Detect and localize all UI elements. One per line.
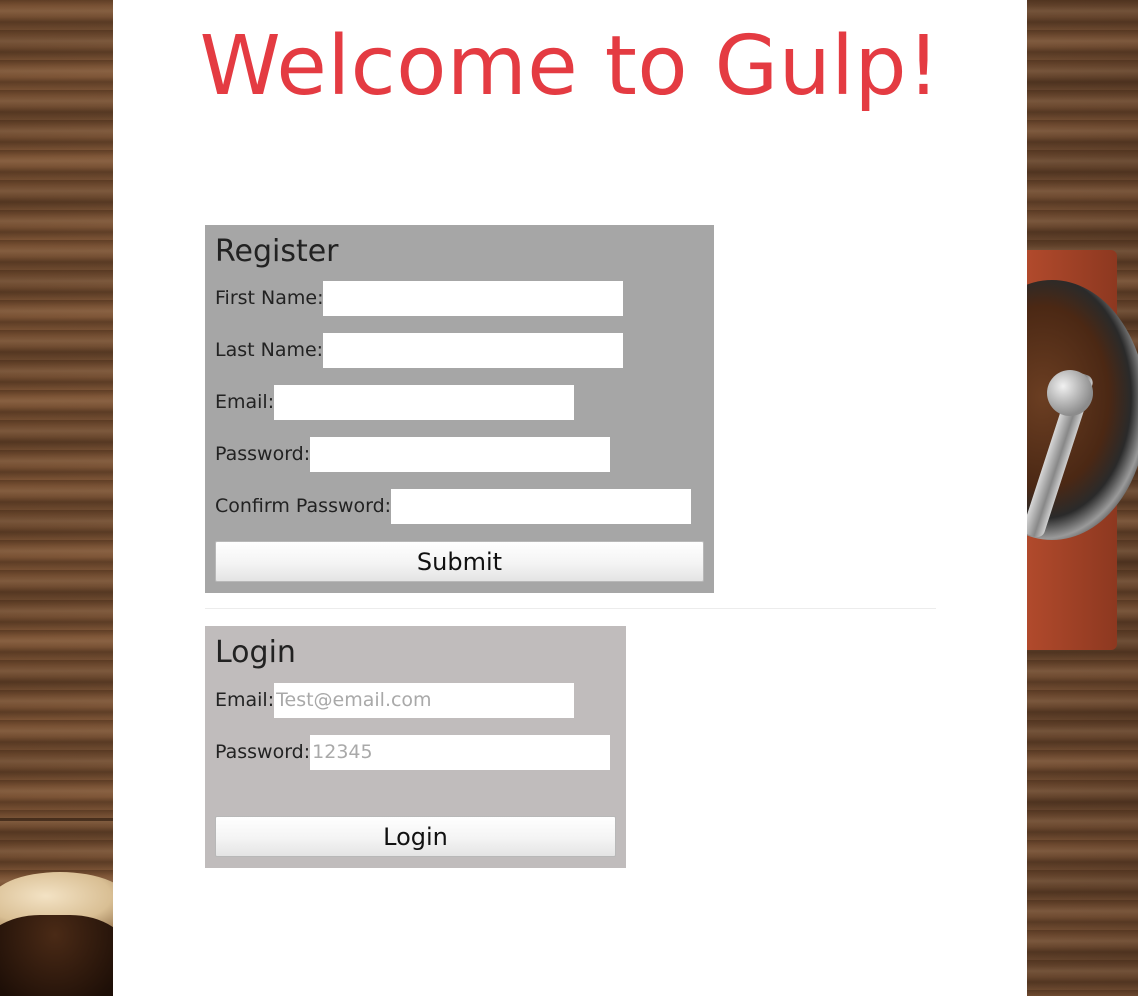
last-name-row: Last Name: — [215, 332, 624, 368]
login-password-input[interactable] — [310, 734, 611, 770]
last-name-input[interactable] — [323, 332, 624, 368]
login-password-row: Password: — [215, 734, 611, 770]
main-panel: Welcome to Gulp! Register First Name: La… — [113, 0, 1027, 996]
confirm-password-row: Confirm Password: — [215, 488, 692, 524]
submit-button[interactable]: Submit — [215, 541, 704, 582]
login-heading: Login — [215, 635, 296, 670]
login-form: Login Email: Password: Login — [205, 626, 626, 868]
login-button[interactable]: Login — [215, 816, 616, 857]
login-email-row: Email: — [215, 682, 575, 718]
first-name-input[interactable] — [323, 280, 624, 316]
register-password-input[interactable] — [310, 436, 611, 472]
register-password-row: Password: — [215, 436, 611, 472]
plank-seam — [0, 818, 113, 821]
register-email-input[interactable] — [274, 384, 575, 420]
coffee-pot-image — [0, 860, 113, 996]
login-password-label: Password: — [215, 741, 311, 763]
register-email-row: Email: — [215, 384, 575, 420]
register-email-label: Email: — [215, 391, 275, 413]
first-name-row: First Name: — [215, 280, 624, 316]
page-title: Welcome to Gulp! — [199, 19, 941, 114]
coffee-grinder-image — [1027, 250, 1138, 650]
confirm-password-input[interactable] — [391, 488, 692, 524]
confirm-password-label: Confirm Password: — [215, 495, 392, 517]
register-form: Register First Name: Last Name: Email: P… — [205, 225, 714, 593]
login-email-input[interactable] — [274, 682, 575, 718]
last-name-label: Last Name: — [215, 339, 324, 361]
section-divider — [205, 608, 936, 609]
login-email-label: Email: — [215, 689, 275, 711]
register-heading: Register — [215, 234, 339, 269]
first-name-label: First Name: — [215, 287, 324, 309]
register-password-label: Password: — [215, 443, 311, 465]
